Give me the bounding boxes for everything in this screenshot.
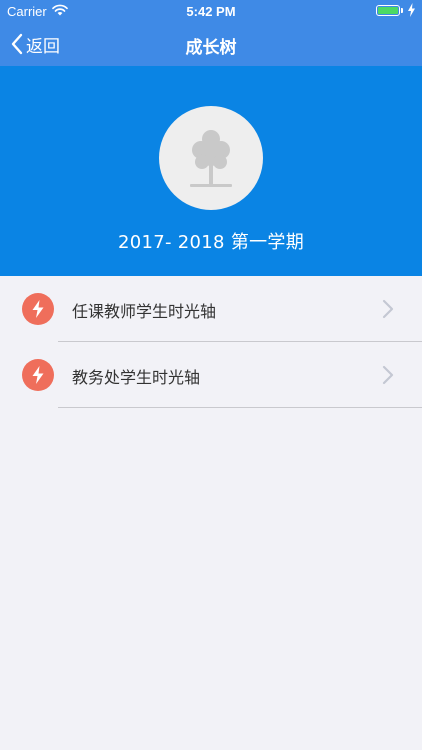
divider <box>58 407 422 408</box>
page-title: 成长树 <box>185 38 237 58</box>
menu-item-label: 教务处学生时光轴 <box>72 368 201 387</box>
menu-item-office-timeline[interactable]: 教务处学生时光轴 <box>0 342 422 408</box>
navigation-bar: 返回 成长树 <box>0 22 422 66</box>
menu-list: 任课教师学生时光轴 教务处学生时光轴 <box>0 276 422 408</box>
status-time: 5:42 PM <box>186 4 236 19</box>
tree-avatar <box>159 106 263 210</box>
lightning-icon <box>32 300 44 318</box>
menu-item-label: 任课教师学生时光轴 <box>72 302 217 321</box>
growth-tree-header: 2017- 2018 第一学期 <box>0 66 422 276</box>
chevron-right-icon <box>382 365 394 385</box>
battery-icon <box>376 5 400 16</box>
status-bar: Carrier 5:42 PM <box>0 0 422 22</box>
menu-item-teacher-timeline[interactable]: 任课教师学生时光轴 <box>0 276 422 342</box>
lightning-icon <box>32 366 44 384</box>
badge <box>22 293 54 325</box>
badge <box>22 359 54 391</box>
chevron-right-icon <box>382 299 394 319</box>
term-label: 2017- 2018 第一学期 <box>117 232 305 253</box>
charging-icon <box>408 3 415 17</box>
tree-icon <box>190 130 232 187</box>
battery-tip <box>401 8 403 13</box>
